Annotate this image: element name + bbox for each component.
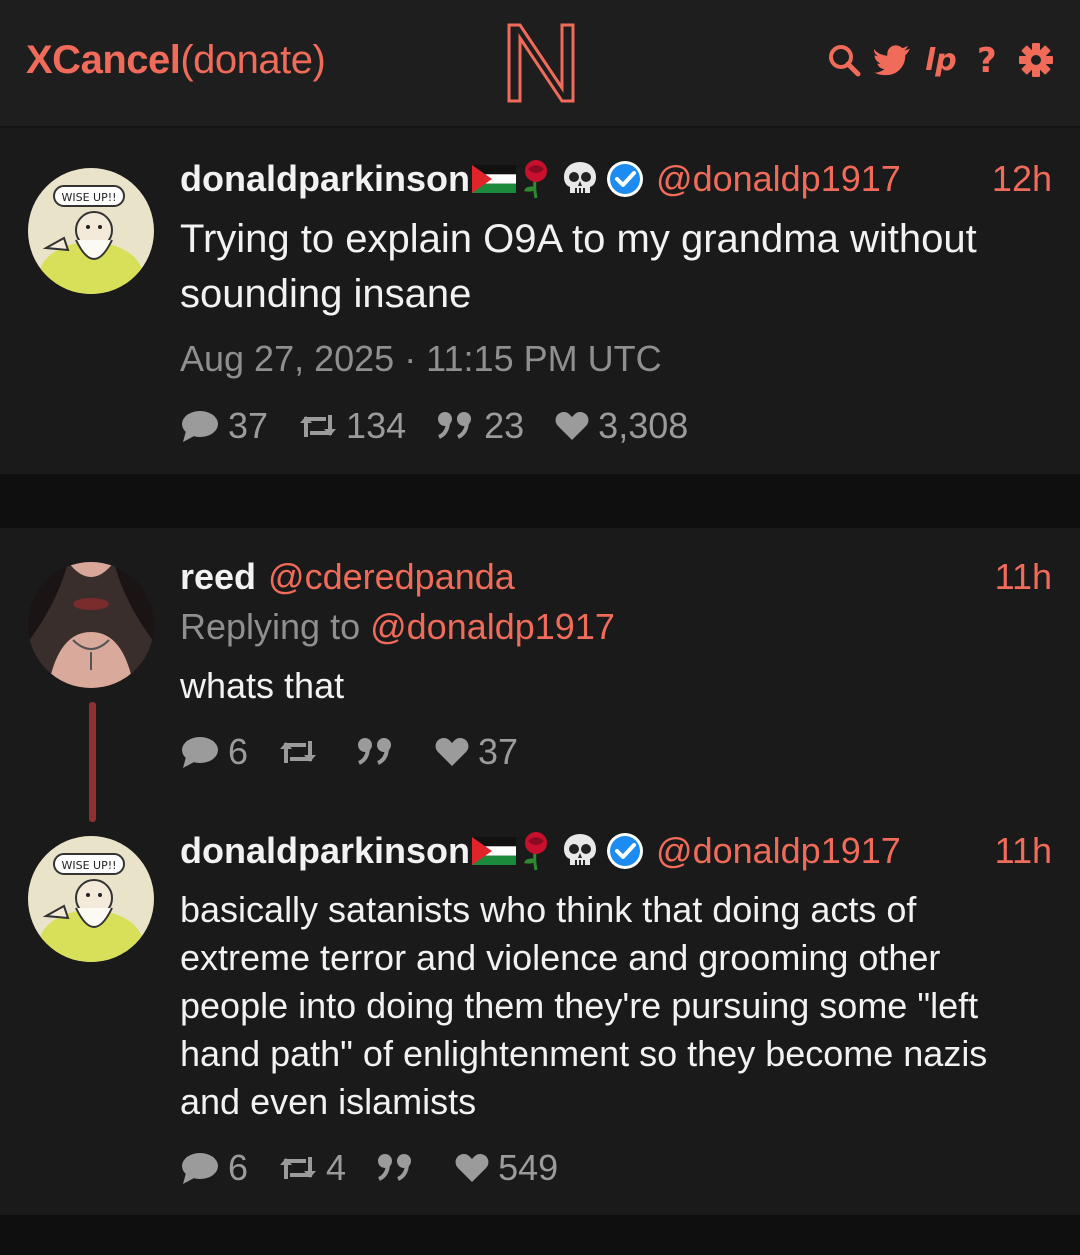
replying-prefix: Replying to [180,606,371,647]
like-count-value: 549 [498,1147,559,1188]
tweet-header: donaldparkinson @donaldp1917 12h [180,156,1052,202]
quote-count-value: 23 [484,405,525,446]
svg-text:lp: lp [925,43,957,78]
replying-handle[interactable]: @donaldp1917 [370,606,615,647]
reply-count-value: 6 [228,731,249,772]
twitter-bird-icon[interactable] [874,40,910,80]
rss-icon[interactable]: lp [922,40,958,80]
like-count[interactable]: 549 [454,1147,558,1189]
reply-count[interactable]: 6 [180,731,248,773]
user-handle[interactable]: @donaldp1917 [656,158,901,200]
retweet-count-value: 4 [326,1147,347,1188]
retweet-count[interactable]: 134 [298,405,406,447]
rose-icon [518,831,554,871]
username[interactable]: reed [180,556,256,598]
verified-badge-icon [606,160,644,198]
avatar[interactable]: WISE UP!! [28,836,154,962]
reply-count-value: 6 [228,1147,249,1188]
user-handle[interactable]: @cderedpanda [268,556,515,598]
retweet-icon [280,741,317,763]
tweet-time[interactable]: 11h [995,556,1052,598]
svg-text:?: ? [977,42,997,78]
tweet-stats: 6 4 549 [180,1146,588,1190]
heart-icon [555,412,589,440]
like-count-value: 37 [478,731,519,772]
username[interactable]: donaldparkinson [180,158,470,200]
retweet-icon [280,1157,317,1179]
verified-badge-icon [606,832,644,870]
tweet-text: whats that [180,665,345,706]
brand-link[interactable]: XCancel(donate) [26,38,326,83]
retweet-icon [300,415,337,437]
skull-icon [562,832,598,870]
comment-icon [182,737,218,768]
retweet-count-value: 134 [346,405,407,446]
tweet-time[interactable]: 11h [995,830,1052,872]
avatar-caption: WISE UP!! [61,191,116,204]
tweet-header: donaldparkinson @donaldp1917 11h [180,828,1052,874]
help-icon[interactable]: ? [970,40,1006,80]
avatar-caption: WISE UP!! [61,859,116,872]
nitter-logo[interactable] [506,22,576,104]
skull-icon [562,160,598,198]
thread-connector [89,702,96,822]
rose-icon [518,159,554,199]
reply-count-value: 37 [228,405,269,446]
heart-icon [435,738,469,766]
quote-count[interactable] [356,737,404,767]
reply-count[interactable]: 37 [180,405,268,447]
quote-icon [358,738,392,765]
palestine-flag-icon [472,837,517,865]
top-nav-bar: XCancel(donate) lp ? [0,0,1080,128]
tweet-date[interactable]: Aug 27, 2025 · 11:15 PM UTC [180,338,662,380]
brand-name: XCancel [26,38,181,82]
like-count-value: 3,308 [598,405,689,446]
heart-icon [455,1154,489,1182]
search-icon[interactable] [826,40,862,80]
like-count[interactable]: 3,308 [554,405,688,447]
reply-count[interactable]: 6 [180,1147,248,1189]
quote-count[interactable]: 23 [436,405,524,447]
comment-icon [182,1153,218,1184]
retweet-count[interactable] [278,737,326,767]
thread-card: reed @cderedpanda 11h Replying to @donal… [0,528,1080,1215]
tweet-header: reed @cderedpanda 11h [180,554,1052,600]
comment-icon [182,411,218,442]
user-handle[interactable]: @donaldp1917 [656,830,901,872]
donate-link[interactable]: (donate) [180,38,325,82]
replying-to: Replying to @donaldp1917 [180,606,615,648]
retweet-count[interactable]: 4 [278,1147,346,1189]
tweet-text: basically satanists who think that doing… [180,889,988,1122]
palestine-flag-icon [472,165,517,193]
tweet-stats: 6 37 [180,730,548,774]
quote-icon [438,412,472,439]
like-count[interactable]: 37 [434,731,518,773]
tweet-stats: 37 134 23 3,308 [180,404,718,448]
tweet-time[interactable]: 12h [992,158,1052,200]
avatar[interactable] [28,562,154,688]
quote-count[interactable] [376,1153,424,1183]
tweet-text: Trying to explain O9A to my grandma with… [180,217,977,316]
gear-icon[interactable] [1018,40,1054,80]
username[interactable]: donaldparkinson [180,830,470,872]
quote-icon [378,1154,412,1181]
main-tweet-card[interactable]: WISE UP!! donaldparkinson @donaldp1917 1… [0,128,1080,474]
avatar[interactable]: WISE UP!! [28,168,154,294]
